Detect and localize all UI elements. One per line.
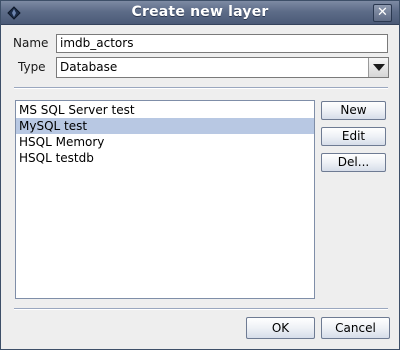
list-item[interactable]: HSQL testdb: [16, 150, 314, 166]
close-button[interactable]: ✕: [373, 4, 392, 22]
close-icon: ✕: [377, 5, 388, 20]
type-dropdown-button[interactable]: [368, 58, 388, 77]
type-select[interactable]: Database: [56, 57, 389, 78]
bottom-separator: [14, 308, 388, 310]
top-separator: [14, 87, 388, 89]
type-select-value: Database: [60, 60, 118, 74]
dialog-title: Create new layer: [131, 4, 269, 20]
list-item[interactable]: MS SQL Server test: [16, 102, 314, 118]
name-field[interactable]: imdb_actors: [56, 34, 388, 53]
cancel-button[interactable]: Cancel: [321, 317, 390, 339]
new-button[interactable]: New: [321, 101, 386, 120]
title-bar[interactable]: Create new layer ✕: [1, 1, 399, 25]
list-item[interactable]: HSQL Memory: [16, 134, 314, 150]
delete-button[interactable]: Del...: [321, 153, 386, 172]
list-item-selected[interactable]: MySQL test: [16, 118, 314, 134]
name-label: Name: [13, 36, 49, 50]
edit-button[interactable]: Edit: [321, 127, 386, 146]
chevron-down-icon: [373, 64, 385, 71]
type-label: Type: [18, 60, 46, 74]
create-layer-dialog: Create new layer ✕ Name imdb_actors Type…: [0, 0, 400, 350]
ok-button[interactable]: OK: [246, 317, 315, 339]
connection-list[interactable]: MS SQL Server test MySQL test HSQL Memor…: [15, 100, 315, 299]
